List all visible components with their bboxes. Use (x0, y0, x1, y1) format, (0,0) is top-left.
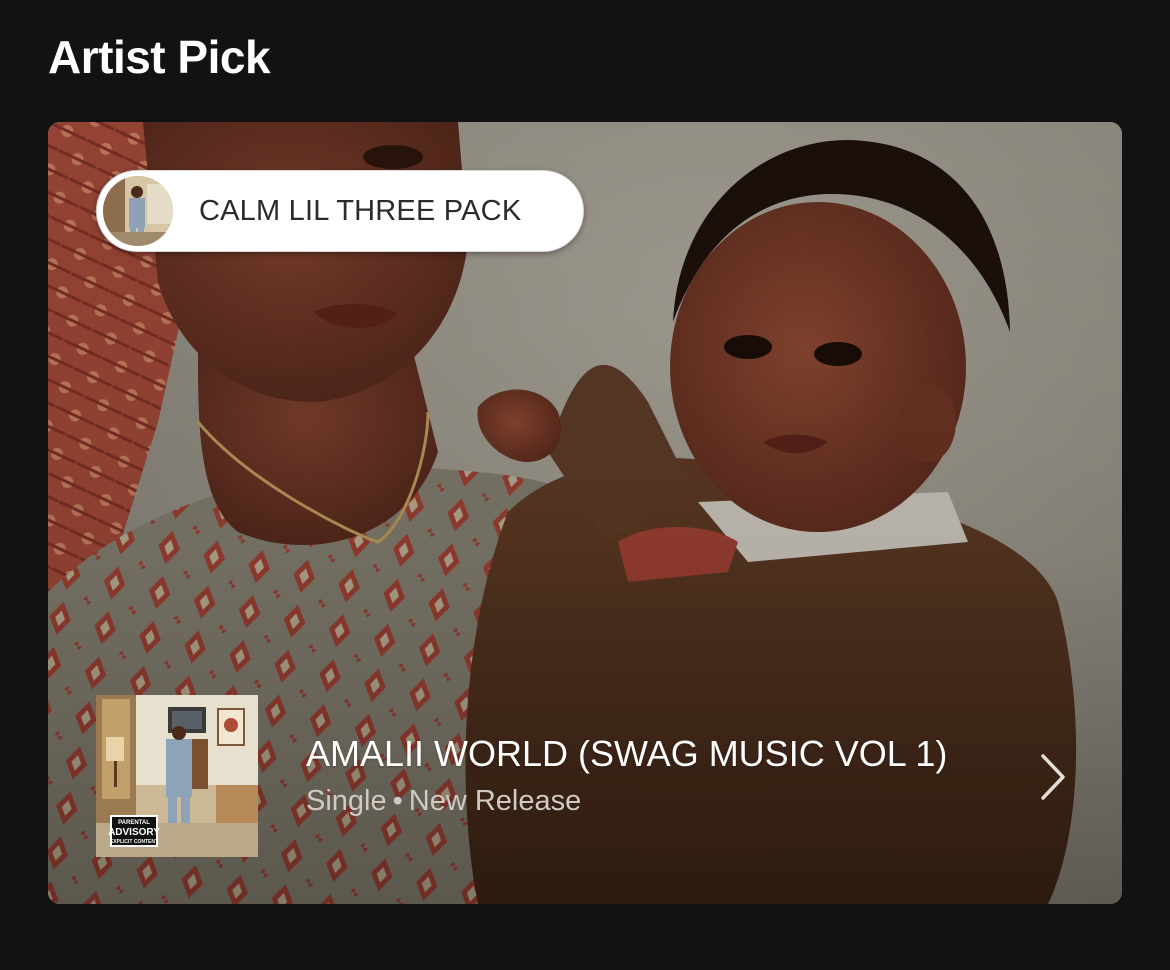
artist-avatar-icon (103, 176, 173, 246)
chevron-right-icon[interactable] (1038, 753, 1068, 801)
release-row[interactable]: PARENTAL ADVISORY EXPLICIT CONTENT AMALI… (96, 695, 1122, 857)
artist-pick-label: CALM LIL THREE PACK (199, 194, 522, 227)
advisory-line1: PARENTAL (118, 820, 150, 826)
section-title: Artist Pick (48, 31, 271, 83)
release-title: AMALII WORLD (SWAG MUSIC VOL 1) (306, 733, 948, 774)
advisory-line2: ADVISORY (108, 827, 160, 838)
release-type: Single (306, 785, 387, 817)
advisory-line3: EXPLICIT CONTENT (110, 839, 158, 845)
release-status: New Release (408, 785, 582, 817)
artist-pick-card[interactable]: CALM LIL THREE PACK PARENTAL ADVISORY EX… (48, 122, 1122, 904)
artist-pick-label-pill[interactable]: CALM LIL THREE PACK (96, 170, 584, 252)
release-meta: Single • New Release (306, 785, 581, 818)
meta-separator: • (392, 785, 403, 817)
album-cover-image: PARENTAL ADVISORY EXPLICIT CONTENT (96, 695, 258, 857)
